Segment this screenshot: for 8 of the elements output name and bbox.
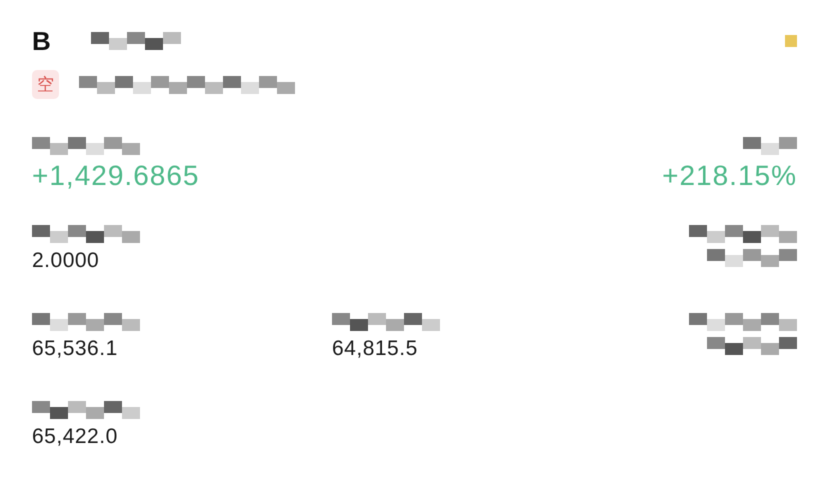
value-text: 64,815.5 — [332, 337, 418, 360]
value-text: +218.15% — [662, 161, 797, 192]
value-text: 65,422.0 — [32, 425, 118, 448]
value-text: 2.0000 — [32, 249, 100, 272]
value-text: +1,429.6865 — [32, 161, 200, 192]
value-text: 65,536.1 — [32, 337, 118, 360]
short-badge: 空 — [32, 70, 59, 99]
title: B — [32, 26, 51, 56]
